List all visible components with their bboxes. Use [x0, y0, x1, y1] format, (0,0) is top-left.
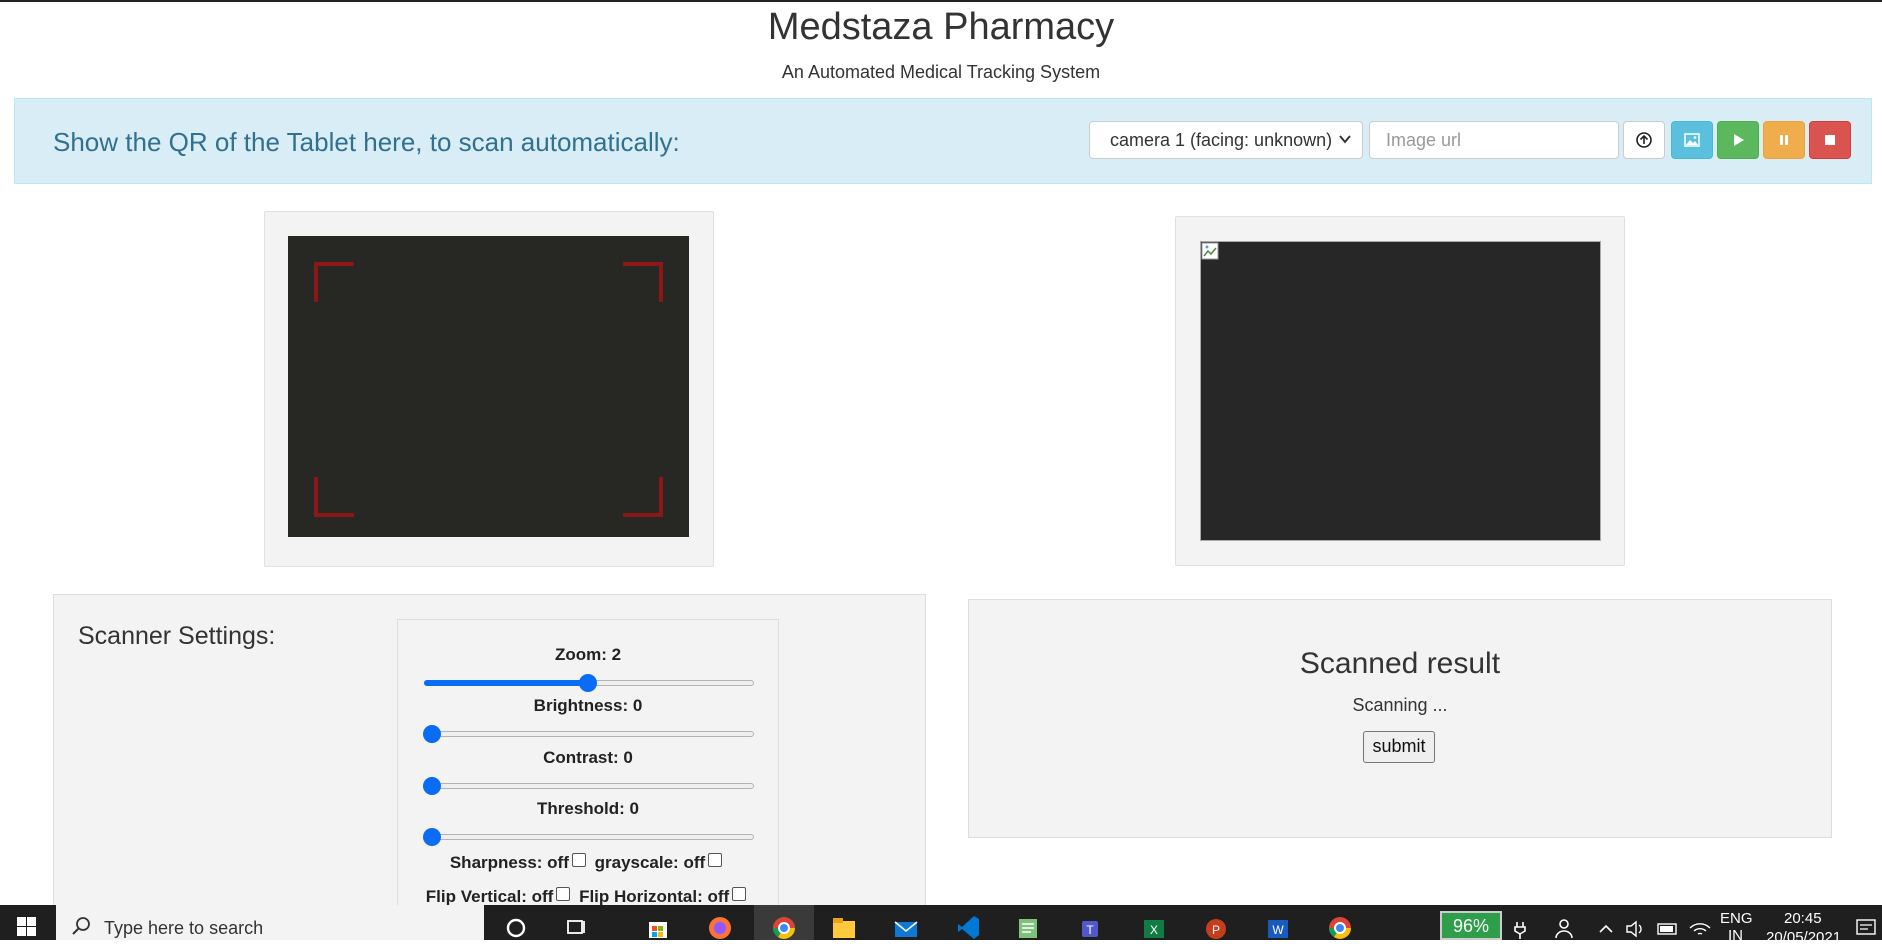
- notifications-icon[interactable]: [1852, 912, 1880, 940]
- brightness-slider[interactable]: [424, 731, 754, 737]
- firefox-icon[interactable]: [706, 912, 734, 940]
- pause-icon: [1780, 135, 1788, 145]
- image-icon: [1684, 133, 1700, 147]
- svg-text:W: W: [1272, 923, 1284, 937]
- sharpness-checkbox[interactable]: [571, 853, 586, 867]
- language-indicator[interactable]: ENG: [1720, 910, 1753, 927]
- teams-icon[interactable]: T: [1078, 912, 1106, 940]
- stop-button[interactable]: [1809, 121, 1851, 159]
- volume-icon[interactable]: [1622, 912, 1650, 940]
- scan-corner-top-right: [623, 262, 663, 302]
- contrast-slider[interactable]: [424, 783, 754, 789]
- toggle-row-1: Sharpness: off grayscale: off: [397, 853, 779, 873]
- powerpoint-icon[interactable]: P: [1202, 912, 1230, 940]
- word-icon[interactable]: W: [1264, 912, 1292, 940]
- chevron-down-icon: [1339, 135, 1351, 144]
- start-button[interactable]: [0, 905, 54, 940]
- zoom-slider-fill: [424, 680, 588, 686]
- taskbar-search-placeholder: Type here to search: [104, 918, 264, 938]
- image-button[interactable]: [1671, 121, 1713, 159]
- scan-instruction: Show the QR of the Tablet here, to scan …: [53, 127, 680, 157]
- file-explorer-icon[interactable]: [830, 912, 858, 940]
- excel-icon[interactable]: X: [1140, 912, 1168, 940]
- vscode-icon[interactable]: [954, 912, 982, 940]
- threshold-slider[interactable]: [424, 834, 754, 840]
- store-icon[interactable]: [644, 912, 672, 940]
- sharpness-label: Sharpness: off: [449, 853, 569, 872]
- captured-image: [1200, 241, 1601, 541]
- contrast-label: Contrast: 0: [543, 748, 633, 767]
- zoom-slider-thumb[interactable]: [579, 674, 597, 692]
- windows-logo-icon: [17, 917, 36, 936]
- zoom-label: Zoom: 2: [554, 645, 622, 664]
- search-icon: [72, 917, 90, 935]
- scan-corner-bottom-right: [623, 477, 663, 517]
- svg-text:P: P: [1212, 923, 1220, 937]
- flip-horizontal-label: Flip Horizontal: off: [579, 887, 730, 906]
- submit-button[interactable]: submit: [1363, 731, 1435, 763]
- scan-corner-top-left: [314, 262, 354, 302]
- taskbar: Type here to search T X P W 96% ENG IN 2…: [0, 905, 1882, 946]
- brightness-slider-thumb[interactable]: [423, 725, 441, 743]
- people-icon[interactable]: [1548, 912, 1576, 940]
- image-url-placeholder: Image url: [1386, 130, 1462, 150]
- flip-horizontal-checkbox[interactable]: [732, 887, 747, 901]
- chrome-icon[interactable]: [770, 912, 798, 940]
- broken-image-icon: [1201, 242, 1219, 260]
- svg-text:X: X: [1150, 923, 1158, 937]
- scan-panel-heading: Show the QR of the Tablet here, to scan …: [14, 98, 1872, 184]
- threshold-slider-thumb[interactable]: [423, 828, 441, 846]
- play-button[interactable]: [1717, 121, 1759, 159]
- flip-vertical-label: Flip Vertical: off: [425, 887, 554, 906]
- chevron-up-icon[interactable]: [1592, 912, 1620, 940]
- scan-corner-bottom-left: [314, 477, 354, 517]
- clock-time[interactable]: 20:45: [1784, 910, 1822, 927]
- camera-feed: [288, 236, 689, 537]
- scanned-result-panel: [968, 599, 1832, 838]
- svg-text:T: T: [1086, 923, 1094, 937]
- grayscale-label: grayscale: off: [594, 853, 706, 872]
- scan-status: Scanning ...: [1352, 695, 1448, 715]
- notepad-icon[interactable]: [1014, 912, 1042, 940]
- pause-button[interactable]: [1763, 121, 1805, 159]
- task-view-icon[interactable]: [562, 912, 590, 940]
- camera-select[interactable]: camera 1 (facing: unknown): [1089, 121, 1363, 159]
- battery-icon[interactable]: [1654, 912, 1682, 940]
- threshold-label: Threshold: 0: [536, 799, 639, 818]
- battery-indicator[interactable]: 96%: [1440, 911, 1502, 940]
- flip-vertical-checkbox[interactable]: [556, 887, 571, 901]
- page-subtitle: An Automated Medical Tracking System: [781, 62, 1101, 82]
- scanned-result-title: Scanned result: [1299, 647, 1501, 680]
- cortana-icon[interactable]: [502, 912, 530, 940]
- upload-url-button[interactable]: [1623, 121, 1665, 159]
- image-url-input[interactable]: Image url: [1369, 121, 1619, 159]
- page-title: Medstaza Pharmacy: [767, 6, 1115, 48]
- toggle-row-2: Flip Vertical: off Flip Horizontal: off: [397, 887, 779, 907]
- scanner-settings-title: Scanner Settings:: [78, 622, 276, 650]
- power-plug-icon[interactable]: [1506, 912, 1534, 940]
- mail-icon[interactable]: [892, 912, 920, 940]
- play-icon: [1734, 134, 1744, 146]
- contrast-slider-thumb[interactable]: [423, 777, 441, 795]
- region-indicator: IN: [1728, 927, 1743, 944]
- upload-circle-icon: [1636, 132, 1652, 148]
- stop-icon: [1825, 135, 1835, 145]
- chrome-icon[interactable]: [1326, 912, 1354, 940]
- brightness-label: Brightness: 0: [533, 696, 643, 715]
- grayscale-checkbox[interactable]: [708, 853, 723, 867]
- camera-select-value: camera 1 (facing: unknown): [1110, 130, 1333, 150]
- wifi-icon[interactable]: [1686, 912, 1714, 940]
